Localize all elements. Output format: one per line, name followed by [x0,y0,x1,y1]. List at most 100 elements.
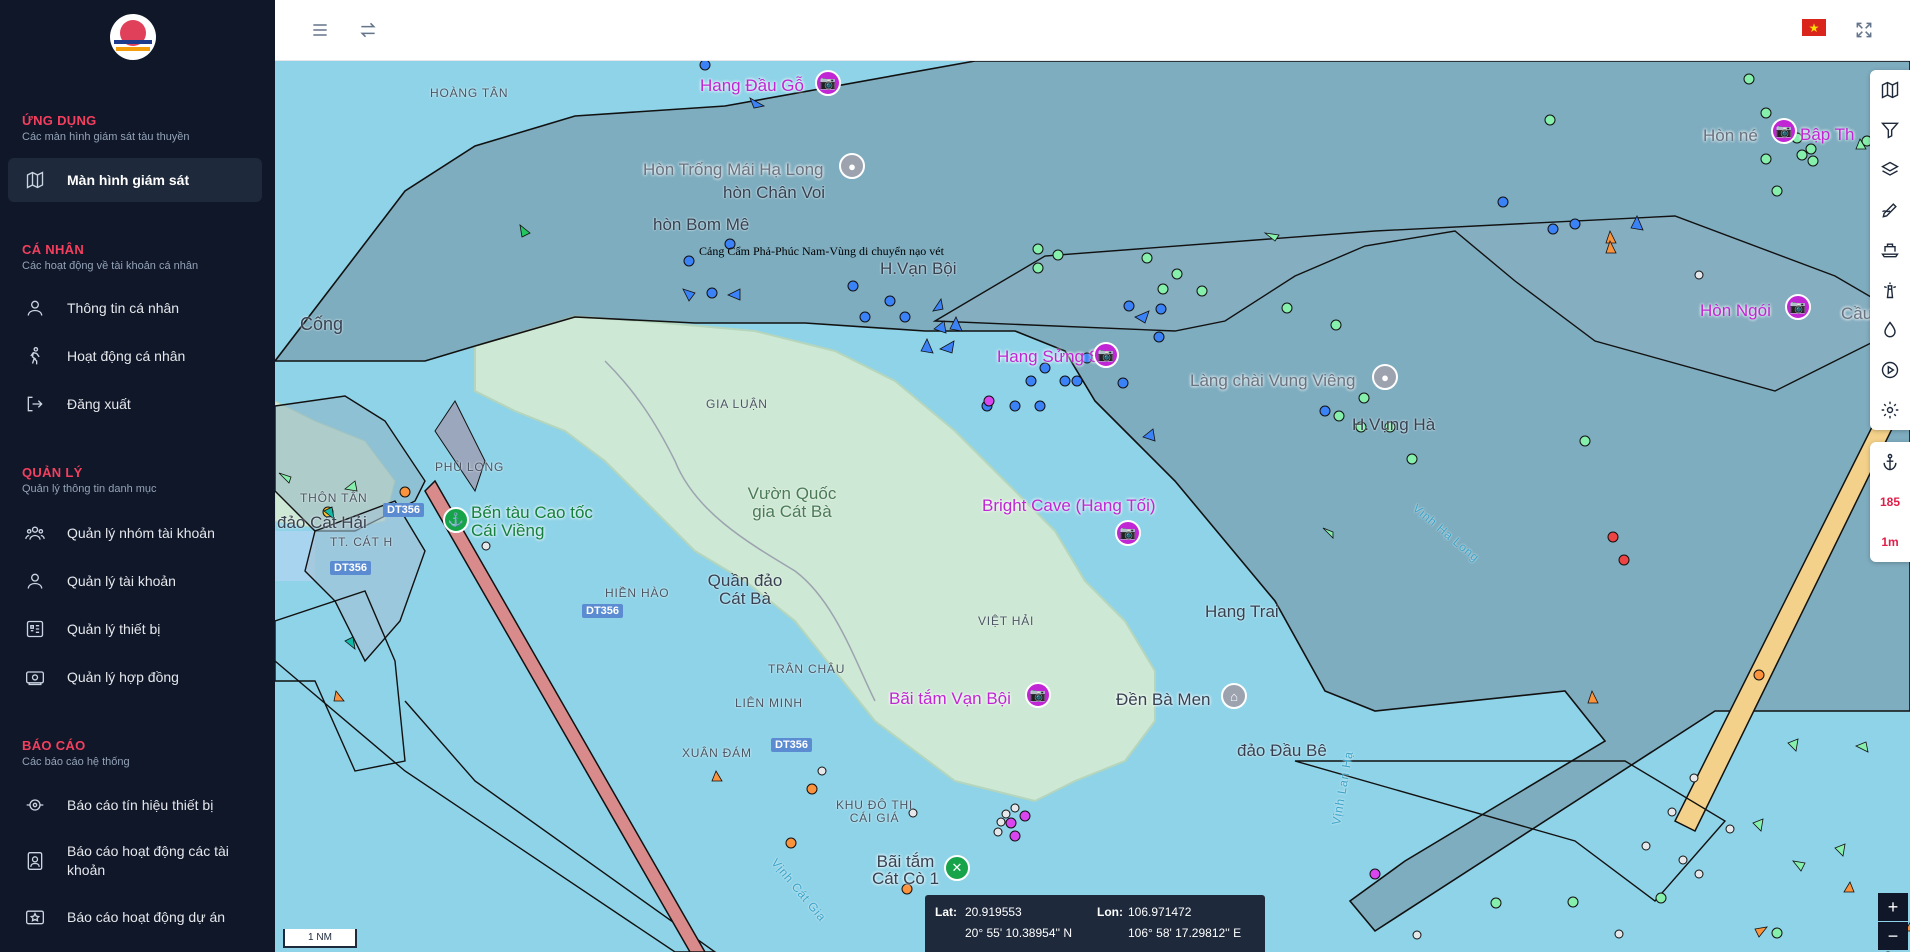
ship-icon [1881,243,1899,258]
settings-icon [1881,401,1899,419]
user-icon [24,570,46,592]
drop-button[interactable] [1870,310,1910,350]
place-label: XUÂN ĐÁM [682,746,752,760]
sidebar-item-label: Quản lý hợp đồng [67,668,179,685]
language-flag-button[interactable]: ★ [1802,19,1826,36]
poi-bap-th-label: Bập Th [1800,125,1855,144]
sidebar-item-dang-xuat[interactable]: Đăng xuất [8,382,262,426]
sidebar-item-label: Màn hình giám sát [67,171,190,188]
ship-button[interactable] [1870,230,1910,270]
filter-button[interactable] [1870,110,1910,150]
place-label: đảo Cát Hải [277,513,367,532]
place-label: HIỀN HÀO [605,586,670,600]
settings-button[interactable] [1870,390,1910,430]
coordinate-readout: Lat: 20.919553 20° 55' 10.38954'' N Lon:… [925,895,1265,952]
lat-dms: 20° 55' 10.38954'' N [965,926,1073,940]
poi-lang-chai-label: Làng chài Vung Viêng [1190,371,1356,390]
anchor-icon [1883,453,1897,471]
app-root: ỨNG DỤNG Các màn hình giám sát tàu thuyề… [0,0,1910,952]
sidebar-item-hoat-dong-ca-nhan[interactable]: Hoạt động cá nhân [8,334,262,378]
zoom-out-button[interactable]: − [1878,922,1908,950]
anchor-toolbar: 185 1m [1870,442,1910,562]
menu-toggle-button[interactable] [307,17,333,43]
sidebar-item-label: Hoạt động cá nhân [67,347,186,364]
sidebar-item-quan-ly-nhom-tai-khoan[interactable]: Quản lý nhóm tài khoản [8,511,262,555]
channel-line [275,660,717,952]
camera-icon[interactable]: 📷 [1115,520,1141,546]
draw-icon [1881,203,1897,218]
lighthouse-button[interactable] [1870,270,1910,310]
place-label: H.Vụng Hà [1352,415,1436,434]
pin-icon[interactable]: ● [839,153,865,179]
temple-icon[interactable]: ⌂ [1221,683,1247,709]
poi-hang-dau-go-label: Hang Đầu Gỗ [700,76,804,95]
report-icon [24,850,46,872]
draw-button[interactable] [1870,190,1910,230]
section-subtitle: Các màn hình giám sát tàu thuyền [22,131,190,143]
anchor-button[interactable] [1870,442,1910,482]
play-icon [1881,361,1899,379]
sidebar-item-bao-cao-tai-khoan[interactable]: Báo cáo hoạt động các tài khoản [8,836,262,886]
camera-icon[interactable]: 📷 [1785,294,1811,320]
sidebar-item-label: Thông tin cá nhân [67,299,180,316]
lighthouse-icon [1883,282,1897,299]
zoom-in-button[interactable]: + [1878,893,1908,921]
section-title: CÁ NHÂN [22,242,85,257]
sidebar-item-label: Báo cáo hoạt động dự án [67,908,226,925]
camera-icon[interactable]: 📷 [1093,342,1119,368]
sidebar: ỨNG DỤNG Các màn hình giám sát tàu thuyề… [0,0,275,952]
lon-dms: 106° 58' 17.29812'' E [1128,926,1242,940]
sidebar-item-label: Quản lý nhóm tài khoản [67,524,215,541]
user-icon [24,297,46,319]
sidebar-item-quan-ly-hop-dong[interactable]: Quản lý hợp đồng [8,655,262,699]
logout-icon [24,393,46,415]
swap-button[interactable] [355,17,381,43]
fullscreen-icon [1856,22,1872,38]
sidebar-item-thong-tin-ca-nhan[interactable]: Thông tin cá nhân [8,286,262,330]
small-zone [434,400,486,493]
camera-icon[interactable]: 📷 [1025,682,1051,708]
camera-icon[interactable]: 📷 [1771,118,1797,144]
sidebar-item-label: Báo cáo hoạt động các tài khoản [67,843,229,878]
pin-icon[interactable]: ● [1372,364,1398,390]
map-layers-icon [1881,81,1899,99]
sidebar-item-man-hinh-giam-sat[interactable]: Màn hình giám sát [8,158,262,202]
layers-button[interactable] [1870,150,1910,190]
place-label: Quần đảo Cát Bà [707,571,783,608]
sidebar-item-label: Đăng xuất [67,395,131,412]
section-title: BÁO CÁO [22,738,86,753]
red-channel [424,479,706,952]
section-bao-cao: BÁO CÁO Các báo cáo hệ thống [22,738,130,768]
project-icon [24,906,46,928]
place-label: Vườn Quốc gia Cát Bà [747,484,837,521]
section-subtitle: Các hoạt động về tài khoản cá nhân [22,260,199,272]
map-layers-button[interactable] [1870,70,1910,110]
sidebar-item-bao-cao-du-an[interactable]: Báo cáo hoạt động dự án [8,895,262,939]
top-bar: ★ [275,0,1910,61]
camera-icon[interactable]: 📷 [815,70,841,96]
poi-hon-ne-label: Hòn né [1703,126,1758,145]
place-label: H.Vạn Bội [880,259,957,278]
vessel-count[interactable]: 185 [1870,482,1910,522]
lon-decimal: 106.971472 [1128,905,1192,919]
beach-icon[interactable]: ✕ [944,855,970,881]
lat-decimal: 20.919553 [965,905,1022,919]
vietnam-flag-icon: ★ [1808,20,1820,35]
map-canvas[interactable]: Cảng Cẩm Phả-Phúc Nam-Vùng di chuyển nạo… [275,61,1910,952]
contract-icon [24,666,46,688]
section-title: QUẢN LÝ [22,465,83,480]
time-interval[interactable]: 1m [1870,522,1910,562]
sidebar-item-quan-ly-tai-khoan[interactable]: Quản lý tài khoản [8,559,262,603]
poi-bright-cave-label: Bright Cave (Hang Tối) [982,496,1156,515]
place-label: Hang Trai [1205,602,1279,621]
place-label: LIÊN MINH [735,696,803,710]
play-button[interactable] [1870,350,1910,390]
sidebar-item-quan-ly-thiet-bi[interactable]: Quản lý thiết bị [8,607,262,651]
sidebar-item-bao-cao-tin-hieu[interactable]: Báo cáo tín hiệu thiết bị [8,783,262,827]
app-logo[interactable] [110,14,156,60]
ferry-icon[interactable]: ⚓ [443,507,469,533]
fullscreen-button[interactable] [1851,17,1877,43]
lat-label: Lat: [935,905,957,919]
activity-icon [24,345,46,367]
road-shield: DT356 [771,738,813,752]
